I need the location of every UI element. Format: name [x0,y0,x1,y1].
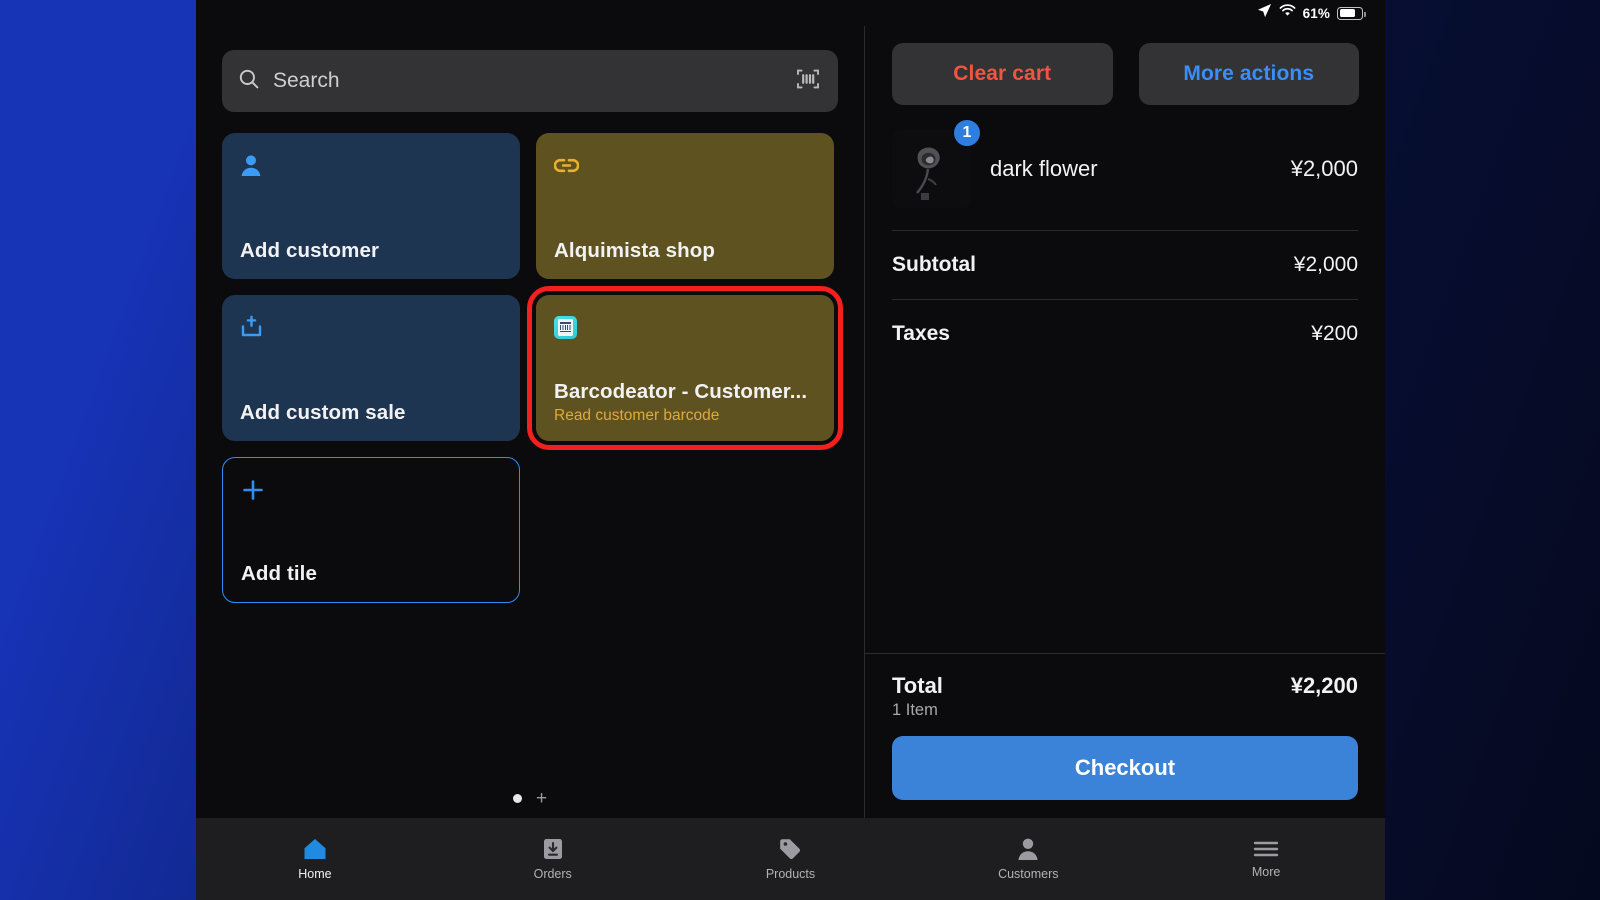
battery-percent-label: 61% [1302,5,1330,21]
bottom-tab-bar: Home Orders Products Customers More [196,818,1385,900]
page-dot-1[interactable] [512,794,522,803]
cart-footer: Total 1 Item ¥2,200 Checkout [865,653,1385,818]
tile-add-tile[interactable]: Add tile [222,457,520,603]
tile-subtitle: Read customer barcode [554,407,720,424]
tab-home[interactable]: Home [196,837,434,881]
cart-item-price: ¥2,000 [1290,155,1358,181]
tab-more[interactable]: More [1147,839,1385,879]
tile-add-custom-sale[interactable]: Add custom sale [222,295,520,441]
clear-cart-button[interactable]: Clear cart [892,43,1113,105]
tile-title: Alquimista shop [554,239,715,262]
barcode-app-icon [554,312,816,342]
item-count-label: 1 Item [892,701,938,719]
cart-item-list: 1 dark flower ¥2,000 [865,105,1385,208]
tab-label: Home [298,867,332,881]
add-page-button[interactable]: + [536,789,547,808]
cart-actions: Clear cart More actions [865,26,1385,105]
home-icon [302,837,328,861]
tab-orders[interactable]: Orders [434,837,672,881]
cart-line-subtotal: Subtotal ¥2,000 [865,231,1385,277]
search-placeholder: Search [273,69,340,92]
tab-customers[interactable]: Customers [909,837,1147,881]
tile-title: Add customer [240,239,380,262]
wifi-icon [1279,4,1296,22]
cart-item-qty-badge: 1 [952,118,982,148]
tab-label: Orders [533,867,572,881]
search-input[interactable]: Search [222,50,838,112]
hamburger-icon [1253,839,1279,859]
taxes-label: Taxes [892,322,950,345]
device-screen: 61% Search Add customer Alquimista shop … [196,0,1385,900]
tab-products[interactable]: Products [672,837,910,881]
barcode-scan-icon[interactable] [796,67,820,96]
subtotal-value: ¥2,000 [1293,253,1358,276]
search-icon [238,68,260,95]
page-indicator: + [196,789,864,808]
battery-icon [1337,6,1366,20]
cart-spacer [865,346,1385,653]
total-value: ¥2,200 [1290,673,1358,698]
status-bar: 61% [196,0,1385,26]
link-icon [554,150,816,180]
tile-title: Add custom sale [240,401,406,424]
subtotal-label: Subtotal [892,253,976,276]
cart-item-name: dark flower [990,155,1098,181]
tag-icon [778,837,802,861]
home-tiles-pane: Search Add customer Alquimista shop Add … [196,26,864,818]
cart-item-row[interactable]: 1 dark flower ¥2,000 [892,118,1358,208]
tile-barcodeator-customer[interactable]: Barcodeator - Customer... Read customer … [527,286,843,450]
location-arrow-icon [1257,3,1272,23]
taxes-value: ¥200 [1311,322,1358,345]
tab-label: More [1251,865,1281,879]
person-icon [240,150,502,180]
tile-title: Add tile [241,562,317,585]
tile-alquimista-shop[interactable]: Alquimista shop [536,133,834,279]
more-actions-button[interactable]: More actions [1138,43,1359,105]
cart-line-taxes: Taxes ¥200 [865,300,1385,346]
main-content: Search Add customer Alquimista shop Add … [196,26,1385,818]
person-icon [1017,837,1039,861]
tile-grid: Add customer Alquimista shop Add custom … [222,133,843,603]
tile-add-customer[interactable]: Add customer [222,133,520,279]
tab-label: Products [765,867,816,881]
checkout-button[interactable]: Checkout [892,736,1358,800]
orders-icon [541,837,565,861]
tab-label: Customers [998,867,1059,881]
cart-pane: Clear cart More actions 1 dark flower ¥2… [865,26,1385,818]
tray-upload-icon [240,312,502,342]
tile-title: Barcodeator - Customer... [554,380,808,403]
total-label: Total [892,673,943,698]
plus-icon [241,475,501,505]
